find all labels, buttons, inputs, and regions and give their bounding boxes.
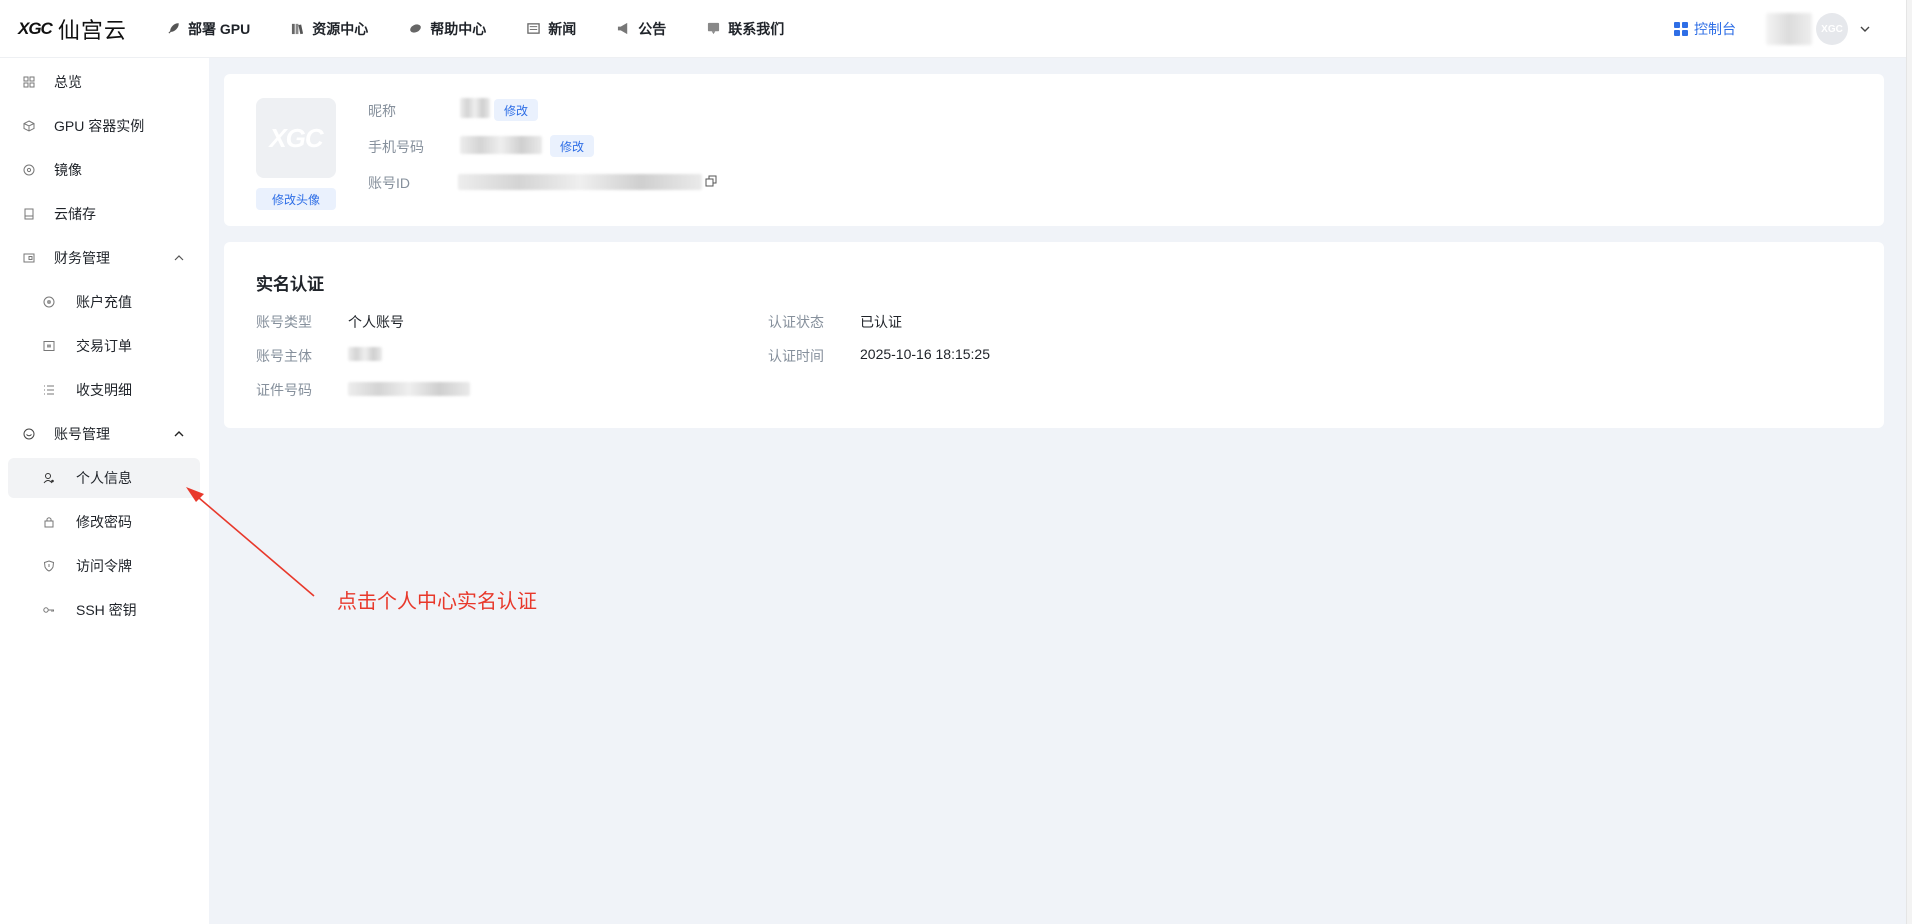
sidebar-item-label: 账户充值 <box>76 294 132 310</box>
sidebar-item-label: 总览 <box>54 74 82 90</box>
change-avatar-button[interactable]: 修改头像 <box>256 188 336 210</box>
id-number-label: 证件号码 <box>256 382 312 398</box>
sidebar-item-gpu-instances[interactable]: GPU 容器实例 <box>8 106 200 146</box>
sidebar-item-access-token[interactable]: 访问令牌 <box>8 546 200 586</box>
annotation-text: 点击个人中心实名认证 <box>337 591 537 613</box>
phone-redacted <box>460 136 542 154</box>
nav-label: 帮助中心 <box>430 20 487 37</box>
key-icon <box>42 603 56 617</box>
sidebar-item-label: 交易订单 <box>76 338 132 354</box>
disc-icon <box>22 163 36 177</box>
megaphone-icon <box>616 22 630 36</box>
sidebar-item-overview[interactable]: 总览 <box>8 62 200 102</box>
id-number-redacted <box>348 382 470 396</box>
sidebar-item-images[interactable]: 镜像 <box>8 150 200 190</box>
console-label: 控制台 <box>1694 21 1736 37</box>
order-icon <box>42 339 56 353</box>
subject-redacted <box>348 347 382 361</box>
account-id-redacted <box>458 174 702 190</box>
wallet-icon <box>22 251 36 265</box>
news-icon <box>526 22 540 36</box>
sidebar-item-change-password[interactable]: 修改密码 <box>8 502 200 542</box>
sidebar-item-label: 个人信息 <box>76 470 132 486</box>
sidebar-item-label: 账号管理 <box>54 426 110 442</box>
time-value: 2025-10-16 18:15:25 <box>860 346 990 362</box>
coin-icon <box>42 295 56 309</box>
nav-label: 公告 <box>638 20 667 37</box>
nav-contact[interactable]: 联系我们 <box>706 19 784 39</box>
verification-card: 实名认证 账号类型 个人账号 账号主体 证件号码 认证状态 已认证 认证时间 2… <box>224 242 1884 428</box>
avatar[interactable]: XGC <box>256 98 336 178</box>
top-bar: XGC 仙宫云 部署 GPU 资源中心 帮助中心 新闻 公告 联系我们 控制台 … <box>0 0 1906 58</box>
sidebar-item-recharge[interactable]: 账户充值 <box>8 282 200 322</box>
nav-news[interactable]: 新闻 <box>526 19 576 39</box>
profile-card: XGC 修改头像 昵称 修改 手机号码 修改 账号ID <box>224 74 1884 226</box>
lock-icon <box>42 515 56 529</box>
nav-label: 资源中心 <box>312 20 369 37</box>
section-title: 实名认证 <box>256 275 324 294</box>
logo[interactable]: XGC 仙宫云 <box>18 13 148 45</box>
cube-icon <box>22 119 36 133</box>
nav-label: 新闻 <box>548 20 577 37</box>
status-label: 认证状态 <box>768 314 824 330</box>
time-label: 认证时间 <box>768 348 824 364</box>
nav-deploy-gpu[interactable]: 部署 GPU <box>166 19 250 39</box>
nav-resource-center[interactable]: 资源中心 <box>290 19 368 39</box>
user-menu[interactable]: XGC <box>1766 13 1872 45</box>
edit-nickname-button[interactable]: 修改 <box>494 99 539 121</box>
sidebar-item-transactions[interactable]: 收支明细 <box>8 370 200 410</box>
nav-announcement[interactable]: 公告 <box>616 19 666 39</box>
chevron-up-icon <box>172 251 186 265</box>
account-type-value: 个人账号 <box>348 314 404 330</box>
books-icon <box>290 22 304 36</box>
nav-label: 联系我们 <box>728 20 785 37</box>
sidebar-item-label: 访问令牌 <box>76 558 132 574</box>
account-type-label: 账号类型 <box>256 314 312 330</box>
logo-mark: XGC <box>18 18 53 38</box>
avatar: XGC <box>1816 13 1848 45</box>
nickname-label: 昵称 <box>368 103 396 119</box>
help-icon <box>408 22 422 36</box>
account-id-label: 账号ID <box>368 175 410 191</box>
status-value: 已认证 <box>860 314 902 330</box>
sidebar-item-finance[interactable]: 财务管理 <box>8 238 200 278</box>
header-right: 控制台 XGC <box>1674 0 1906 58</box>
dashboard-icon <box>22 75 36 89</box>
user-name-redacted <box>1766 13 1812 45</box>
logo-text: 仙宫云 <box>57 17 127 43</box>
scrollbar[interactable] <box>1906 0 1912 924</box>
copy-icon[interactable] <box>704 174 718 188</box>
subject-label: 账号主体 <box>256 348 312 364</box>
chevron-down-icon <box>1858 22 1872 36</box>
sidebar-item-label: 修改密码 <box>76 514 132 530</box>
main-nav: 部署 GPU 资源中心 帮助中心 新闻 公告 联系我们 <box>166 19 824 39</box>
storage-icon <box>22 207 36 221</box>
sidebar: 总览 GPU 容器实例 镜像 云储存 财务管理 账户充值 交易订单 收支明细 账… <box>0 58 209 924</box>
phone-label: 手机号码 <box>368 139 424 155</box>
nav-help-center[interactable]: 帮助中心 <box>408 19 486 39</box>
smile-icon <box>22 427 36 441</box>
grid-icon <box>1674 22 1688 36</box>
sidebar-item-profile[interactable]: 个人信息 <box>8 458 200 498</box>
chevron-up-icon <box>172 427 186 441</box>
sidebar-item-label: SSH 密钥 <box>76 602 137 618</box>
chat-icon <box>706 22 720 36</box>
sidebar-item-label: 收支明细 <box>76 382 132 398</box>
sidebar-item-ssh-key[interactable]: SSH 密钥 <box>8 590 200 630</box>
shield-icon <box>42 559 56 573</box>
nickname-redacted <box>460 98 490 118</box>
sidebar-item-storage[interactable]: 云储存 <box>8 194 200 234</box>
edit-phone-button[interactable]: 修改 <box>550 135 595 157</box>
list-icon <box>42 383 56 397</box>
rocket-icon <box>166 22 180 36</box>
sidebar-item-label: 财务管理 <box>54 250 110 266</box>
sidebar-item-account[interactable]: 账号管理 <box>8 414 200 454</box>
sidebar-item-label: 镜像 <box>54 162 82 178</box>
user-icon <box>42 471 56 485</box>
sidebar-item-orders[interactable]: 交易订单 <box>8 326 200 366</box>
nav-label: 部署 GPU <box>188 20 251 37</box>
console-link[interactable]: 控制台 <box>1674 19 1736 39</box>
sidebar-item-label: GPU 容器实例 <box>54 118 145 134</box>
sidebar-item-label: 云储存 <box>54 206 96 222</box>
